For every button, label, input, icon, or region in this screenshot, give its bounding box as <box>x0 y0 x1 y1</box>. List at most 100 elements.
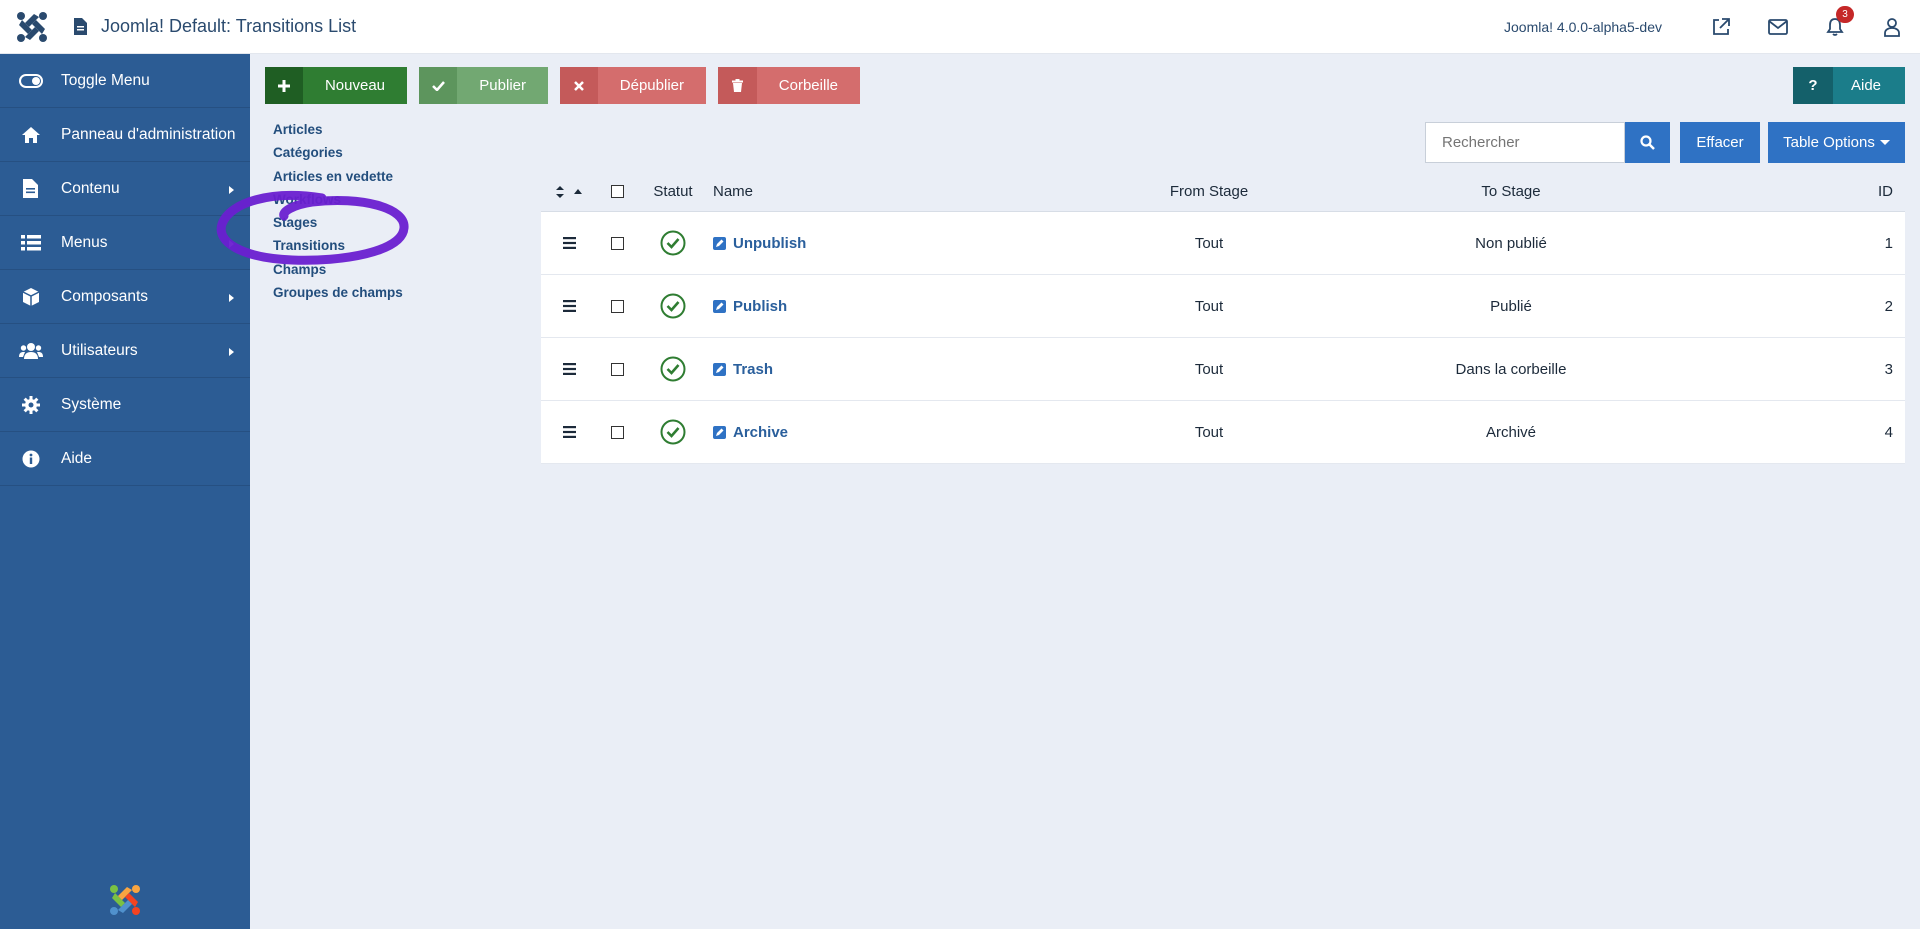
annotation-circle <box>212 190 412 275</box>
external-link-button[interactable] <box>1692 0 1749 54</box>
edit-icon <box>713 299 726 313</box>
submenu-articles[interactable]: Articles <box>273 118 403 141</box>
info-icon <box>0 450 61 468</box>
publish-button[interactable]: Publier <box>419 67 548 104</box>
file-icon <box>0 179 61 198</box>
table-row: Archive Tout Archivé 4 <box>541 401 1905 464</box>
new-button[interactable]: Nouveau <box>265 67 407 104</box>
transition-name-link[interactable]: Trash <box>733 361 773 378</box>
sidebar-item-components[interactable]: Composants <box>0 270 250 324</box>
to-stage-cell: Archivé <box>1485 423 1537 441</box>
messages-button[interactable] <box>1749 0 1806 54</box>
table-options-button[interactable]: Table Options <box>1768 122 1905 163</box>
sidebar-item-label: Menus <box>61 233 108 251</box>
to-stage-cell: Non publié <box>1475 234 1547 252</box>
search-bar: Effacer Table Options <box>1425 122 1905 163</box>
sidebar-item-dashboard[interactable]: Panneau d'administration <box>0 108 250 162</box>
table-row: Publish Tout Publié 2 <box>541 275 1905 338</box>
row-checkbox[interactable] <box>610 299 624 313</box>
from-stage-cell: Tout <box>1194 234 1224 252</box>
transition-name-link[interactable]: Unpublish <box>733 235 806 252</box>
chevron-right-icon <box>229 294 234 302</box>
mail-icon <box>1767 19 1788 35</box>
sidebar-item-toggle-menu[interactable]: Toggle Menu <box>0 54 250 108</box>
sidebar-item-label: Composants <box>61 287 149 305</box>
drag-handle-icon[interactable] <box>541 426 597 438</box>
transitions-table: Statut Name From Stage To Stage ID Unpub… <box>541 172 1905 464</box>
id-cell: 2 <box>1884 297 1893 315</box>
sidebar-item-system[interactable]: Système <box>0 378 250 432</box>
check-circle-icon <box>660 356 686 382</box>
sidebar-item-users[interactable]: Utilisateurs <box>0 324 250 378</box>
user-menu-button[interactable] <box>1863 0 1920 54</box>
joomla-logo[interactable] <box>0 0 64 54</box>
clear-button[interactable]: Effacer <box>1680 122 1760 163</box>
column-id[interactable]: ID <box>1663 183 1905 200</box>
transition-name-link[interactable]: Archive <box>733 424 788 441</box>
drag-handle-icon[interactable] <box>541 237 597 249</box>
transition-name-link[interactable]: Publish <box>733 298 787 315</box>
question-icon: ? <box>1793 67 1833 104</box>
notifications-button[interactable]: 3 <box>1806 0 1863 54</box>
table-header: Statut Name From Stage To Stage ID <box>541 172 1905 212</box>
from-stage-cell: Tout <box>1194 360 1224 378</box>
help-button-label: Aide <box>1851 77 1882 94</box>
users-icon <box>0 342 61 360</box>
page-title: Joomla! Default: Transitions List <box>74 16 356 37</box>
check-circle-icon <box>660 230 686 256</box>
sidebar-item-label: Contenu <box>61 179 120 197</box>
check-circle-icon <box>660 419 686 445</box>
published-status-toggle[interactable] <box>637 356 709 382</box>
select-all-checkbox[interactable] <box>610 185 624 198</box>
search-button[interactable] <box>1625 122 1670 163</box>
sidebar-item-label: Système <box>61 395 122 413</box>
trash-button[interactable]: Corbeille <box>718 67 860 104</box>
to-stage-cell: Publié <box>1490 297 1532 315</box>
publish-button-label: Publier <box>479 77 526 94</box>
search-icon <box>1640 135 1655 150</box>
unpublish-button[interactable]: Dépublier <box>560 67 706 104</box>
sidebar-item-label: Aide <box>61 449 93 467</box>
notifications-badge: 3 <box>1836 6 1854 23</box>
published-status-toggle[interactable] <box>637 419 709 445</box>
submenu-field-groups[interactable]: Groupes de champs <box>273 281 403 304</box>
submenu-categories[interactable]: Catégories <box>273 141 403 164</box>
row-checkbox[interactable] <box>610 425 624 439</box>
user-icon <box>1883 18 1900 37</box>
help-button[interactable]: ? Aide <box>1793 67 1905 104</box>
chevron-right-icon <box>229 348 234 356</box>
sort-icon <box>556 185 582 198</box>
sidebar-item-label: Toggle Menu <box>61 71 150 89</box>
table-row: Trash Tout Dans la corbeille 3 <box>541 338 1905 401</box>
times-icon <box>560 67 598 104</box>
toggle-icon <box>0 73 61 88</box>
joomla-footer-logo <box>109 884 141 921</box>
row-checkbox[interactable] <box>610 362 624 376</box>
top-header: Joomla! Default: Transitions List Joomla… <box>0 0 1920 54</box>
column-status[interactable]: Statut <box>637 183 709 200</box>
drag-handle-icon[interactable] <box>541 300 597 312</box>
search-input[interactable] <box>1425 122 1625 163</box>
column-from-stage[interactable]: From Stage <box>1059 183 1359 200</box>
sidebar-item-help[interactable]: Aide <box>0 432 250 486</box>
toolbar: Nouveau Publier Dépublier Corbeille <box>265 67 872 104</box>
column-to-stage[interactable]: To Stage <box>1359 183 1663 200</box>
edit-icon <box>713 425 726 439</box>
table-row: Unpublish Tout Non publié 1 <box>541 212 1905 275</box>
joomla-color-logo-icon <box>110 885 140 915</box>
sidebar: Toggle Menu Panneau d'administration Con… <box>0 54 250 929</box>
submenu-featured[interactable]: Articles en vedette <box>273 165 403 188</box>
page-title-text: Joomla! Default: Transitions List <box>101 16 357 36</box>
edit-icon <box>713 362 726 376</box>
from-stage-cell: Tout <box>1194 423 1224 441</box>
column-name[interactable]: Name <box>709 183 1059 200</box>
version-text: Joomla! 4.0.0-alpha5-dev <box>1504 19 1662 35</box>
trash-icon <box>718 67 757 104</box>
published-status-toggle[interactable] <box>637 293 709 319</box>
drag-handle-icon[interactable] <box>541 363 597 375</box>
list-icon <box>0 234 61 251</box>
row-checkbox[interactable] <box>610 236 624 250</box>
ordering-sort-header[interactable] <box>541 185 597 199</box>
new-button-label: Nouveau <box>324 77 385 94</box>
published-status-toggle[interactable] <box>637 230 709 256</box>
